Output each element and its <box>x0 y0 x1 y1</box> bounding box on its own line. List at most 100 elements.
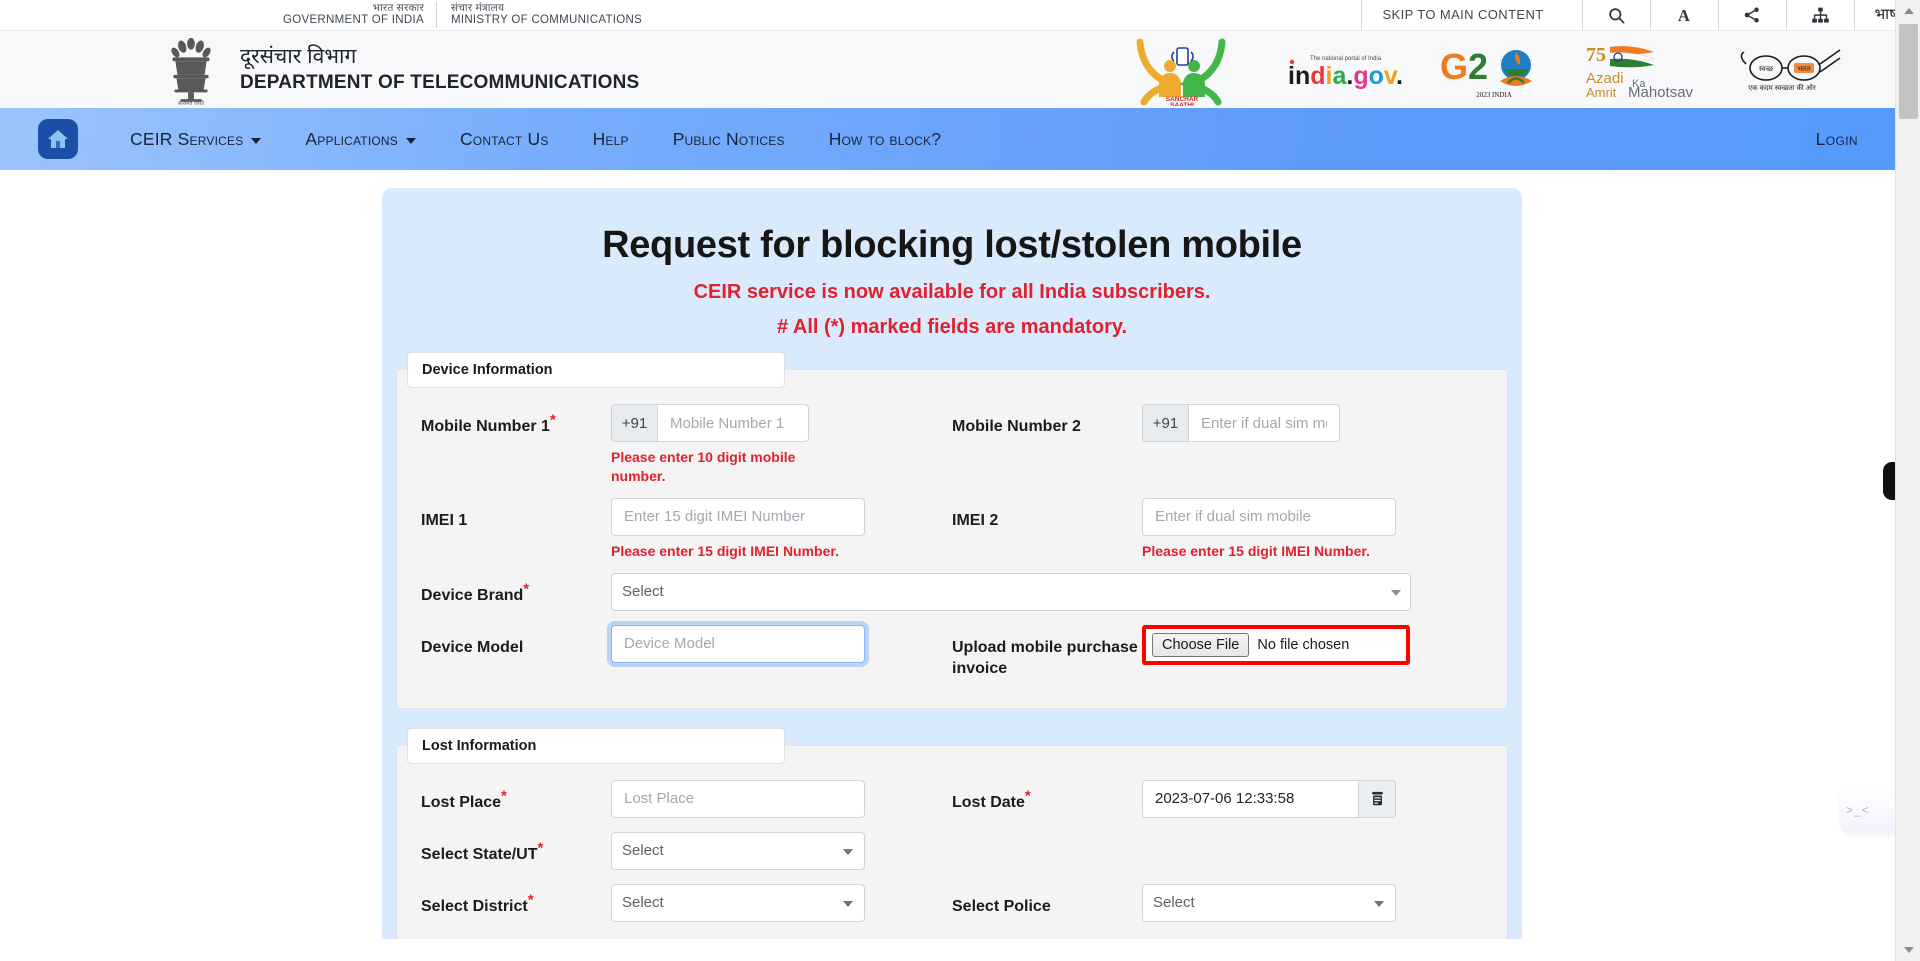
swachh-bharat-logo[interactable]: स्वच्छ भारत एक कदम स्वच्छता की ओर <box>1736 42 1848 98</box>
search-icon[interactable] <box>1581 0 1650 30</box>
imei-1-input[interactable] <box>611 497 865 536</box>
lost-place-date-row: Lost Place* Lost Date* <box>421 779 1483 818</box>
svg-text:एक कदम स्वच्छता की ओर: एक कदम स्वच्छता की ओर <box>1748 83 1816 92</box>
device-brand-select-wrap: Select <box>611 572 1411 611</box>
file-chosen-status: No file chosen <box>1257 636 1350 653</box>
ministry-english: MINISTRY OF COMMUNICATIONS <box>450 14 643 27</box>
state-field-wrap: Select <box>611 831 952 870</box>
mobile-number-1-input[interactable] <box>657 404 809 442</box>
share-icon[interactable] <box>1717 0 1786 30</box>
nav-item-contact-us[interactable]: Contact Us <box>438 129 571 150</box>
mobile-number-2-group: Mobile Number 2 +91 <box>952 404 1483 442</box>
availability-notice: CEIR service is now available for all In… <box>693 281 1211 303</box>
lost-date-label: Lost Date* <box>952 780 1142 814</box>
page-title: Request for blocking lost/stolen mobile <box>602 224 1302 266</box>
device-brand-label: Device Brand* <box>421 573 611 607</box>
scroll-down-arrow-icon[interactable] <box>1896 939 1920 961</box>
government-of-india-label: भारत सरकार GOVERNMENT OF INDIA <box>283 2 436 28</box>
nav-item-ceir-services[interactable]: CEIR Services <box>108 129 283 150</box>
gov-india-hindi: भारत सरकार <box>372 1 424 14</box>
nav-label: CEIR Services <box>130 128 244 149</box>
top-utility-bar: भारत सरकार GOVERNMENT OF INDIA संचार मंत… <box>0 0 1920 30</box>
device-model-field-wrap <box>611 624 952 663</box>
main-navigation-bar: CEIR Services Applications Contact Us He… <box>0 108 1920 170</box>
mobile-number-2-inputgroup: +91 <box>1142 404 1483 442</box>
home-icon[interactable] <box>38 119 78 159</box>
scroll-up-arrow-icon[interactable] <box>1896 0 1920 22</box>
state-label: Select State/UT* <box>421 832 611 866</box>
file-upload-control[interactable]: Choose File No file chosen <box>1142 624 1410 665</box>
choose-file-button[interactable]: Choose File <box>1152 632 1250 657</box>
device-brand-row: Device Brand* Select <box>421 572 1483 611</box>
country-code-prefix: +91 <box>1142 404 1188 442</box>
device-brand-select[interactable]: Select <box>611 572 1411 611</box>
login-link[interactable]: Login <box>1816 129 1858 150</box>
chevron-down-icon <box>251 137 262 144</box>
nav-label: Applications <box>305 128 398 149</box>
district-select[interactable]: Select <box>611 883 865 922</box>
svg-text:Amrit: Amrit <box>1586 85 1617 100</box>
police-select[interactable]: Select <box>1142 883 1396 922</box>
svg-text:Mahotsav: Mahotsav <box>1628 84 1694 101</box>
device-model-input[interactable] <box>611 624 865 663</box>
sanchar-saathi-logo[interactable]: SANCHAR SAATHI <box>1122 34 1252 106</box>
lost-place-group: Lost Place* <box>421 779 952 818</box>
imei-2-label: IMEI 2 <box>952 511 999 529</box>
request-form-card: Request for blocking lost/stolen mobile … <box>382 188 1522 939</box>
imei-1-group: IMEI 1 Please enter 15 digit IMEI Number… <box>421 497 952 561</box>
nav-item-applications[interactable]: Applications <box>283 129 438 150</box>
page-scrollbar[interactable] <box>1895 0 1920 961</box>
required-asterisk: * <box>501 787 507 805</box>
state-select-wrap: Select <box>611 831 865 870</box>
mobile-number-2-field-wrap: +91 <box>1142 404 1483 442</box>
state-select[interactable]: Select <box>611 831 865 870</box>
india-gov-in-logo[interactable]: The national portal of India india.gov.i… <box>1286 46 1404 94</box>
sitemap-icon[interactable] <box>1785 0 1854 30</box>
nav-item-public-notices[interactable]: Public Notices <box>651 129 807 150</box>
district-police-row: Select District* Select Select Police Se… <box>421 883 1483 922</box>
main-content-area: Request for blocking lost/stolen mobile … <box>0 170 1895 939</box>
required-asterisk: * <box>527 891 534 909</box>
font-size-icon[interactable]: A <box>1649 0 1718 30</box>
svg-text:A: A <box>1678 6 1690 25</box>
lost-date-inputgroup <box>1142 779 1483 818</box>
state-group: Select State/UT* Select <box>421 831 952 870</box>
device-model-row: Device Model Upload mobile purchase invo… <box>421 624 1483 680</box>
imei-1-error: Please enter 15 digit IMEI Number. <box>611 542 839 559</box>
scrollbar-thumb[interactable] <box>1899 24 1918 119</box>
required-asterisk: * <box>1024 787 1031 805</box>
device-information-legend: Device Information <box>407 352 785 388</box>
imei-1-field-wrap: Please enter 15 digit IMEI Number. <box>611 497 952 561</box>
lost-information-panel: Lost Information Lost Place* Lost Date* <box>396 727 1508 939</box>
svg-text:सत्यमेव जयते: सत्यमेव जयते <box>178 100 205 105</box>
imei-2-group: IMEI 2 Please enter 15 digit IMEI Number… <box>952 497 1483 561</box>
department-title-english: DEPARTMENT OF TELECOMMUNICATIONS <box>240 72 640 94</box>
required-asterisk: * <box>537 839 544 857</box>
imei-1-label: IMEI 1 <box>421 511 468 529</box>
device-model-label: Device Model <box>421 638 524 656</box>
lost-place-input[interactable] <box>611 779 865 818</box>
mobile-number-1-inputgroup: +91 <box>611 404 952 442</box>
country-code-prefix: +91 <box>611 404 657 442</box>
calendar-icon[interactable] <box>1358 779 1396 818</box>
mobile-number-2-label: Mobile Number 2 <box>952 418 1081 435</box>
nav-item-help[interactable]: Help <box>571 129 651 150</box>
mobile-number-1-group: Mobile Number 1* +91 Please enter 10 dig… <box>421 404 952 486</box>
mobile-number-1-error: Please enter 10 digit mobile number. <box>611 449 796 484</box>
skip-to-main-content-link[interactable]: SKIP TO MAIN CONTENT <box>1361 0 1581 30</box>
mobile-number-2-input[interactable] <box>1188 404 1340 442</box>
lost-date-input[interactable] <box>1142 779 1358 818</box>
label-text: Select District <box>421 897 528 915</box>
device-information-panel: Device Information Mobile Number 1* +91 <box>396 352 1508 709</box>
azadi-ka-amrit-mahotsav-logo[interactable]: 75 Azadi Ka Amrit Mahotsav <box>1584 39 1702 101</box>
floating-widget[interactable]: >_< <box>1841 786 1895 834</box>
g20-india-logo[interactable]: G2 2023 INDIA <box>1438 39 1550 101</box>
imei-2-field-wrap: Please enter 15 digit IMEI Number. <box>1142 497 1483 561</box>
imei-2-input[interactable] <box>1142 497 1396 536</box>
edge-pull-tab[interactable] <box>1883 462 1895 500</box>
government-identity-block: भारत सरकार GOVERNMENT OF INDIA संचार मंत… <box>283 0 642 30</box>
svg-text:SAATHI: SAATHI <box>1170 102 1194 106</box>
mobile-number-1-field-wrap: +91 Please enter 10 digit mobile number. <box>611 404 952 486</box>
partner-logos: SANCHAR SAATHI The national portal of In… <box>1122 34 1920 106</box>
nav-item-how-to-block[interactable]: How to block? <box>807 129 963 150</box>
